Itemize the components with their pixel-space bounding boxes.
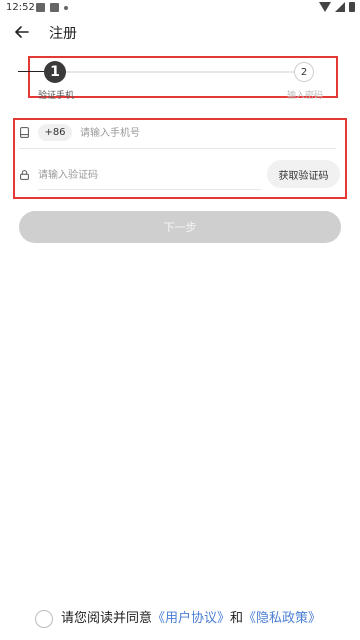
- step-1-indicator: 1: [44, 61, 66, 83]
- battery-icon: [349, 2, 355, 12]
- status-bar: 12:52: [0, 0, 360, 16]
- agreement-conjunction: 和: [230, 611, 244, 626]
- wifi-icon: [319, 2, 331, 12]
- dot-icon: [64, 6, 68, 10]
- lock-icon: [20, 170, 29, 180]
- page-title: 注册: [49, 26, 77, 42]
- signal-icon: [335, 2, 345, 12]
- country-code-selector[interactable]: +86: [38, 124, 72, 141]
- status-icons-left: [36, 3, 68, 12]
- phone-icon: [20, 127, 29, 138]
- step-2-label: 输入密码: [287, 91, 324, 101]
- notification-icon: [36, 3, 45, 12]
- status-icons-right: [319, 2, 355, 12]
- phone-input[interactable]: [80, 124, 330, 142]
- agreement-prefix: 请您阅读并同意: [61, 611, 153, 626]
- agreement-checkbox[interactable]: [35, 610, 53, 628]
- user-agreement-link[interactable]: 《用户协议》: [152, 611, 230, 626]
- divider: [38, 189, 261, 190]
- step-progress-line: [44, 71, 304, 73]
- divider: [19, 148, 336, 149]
- status-time: 12:52: [6, 2, 35, 13]
- get-code-button[interactable]: 获取验证码: [267, 160, 340, 188]
- arrow-left-icon: [15, 26, 29, 38]
- verification-code-input[interactable]: [38, 166, 258, 184]
- agreement-text: 请您阅读并同意《用户协议》和《隐私政策》: [61, 610, 321, 628]
- image-icon: [50, 3, 59, 12]
- privacy-policy-link[interactable]: 《隐私政策》: [243, 611, 321, 626]
- app-bar: 注册: [0, 16, 360, 48]
- step-line-left: [18, 71, 44, 72]
- step-1-label: 验证手机: [38, 91, 75, 101]
- back-button[interactable]: [10, 20, 34, 44]
- next-button[interactable]: 下一步: [19, 211, 341, 243]
- step-2-indicator: 2: [294, 62, 314, 82]
